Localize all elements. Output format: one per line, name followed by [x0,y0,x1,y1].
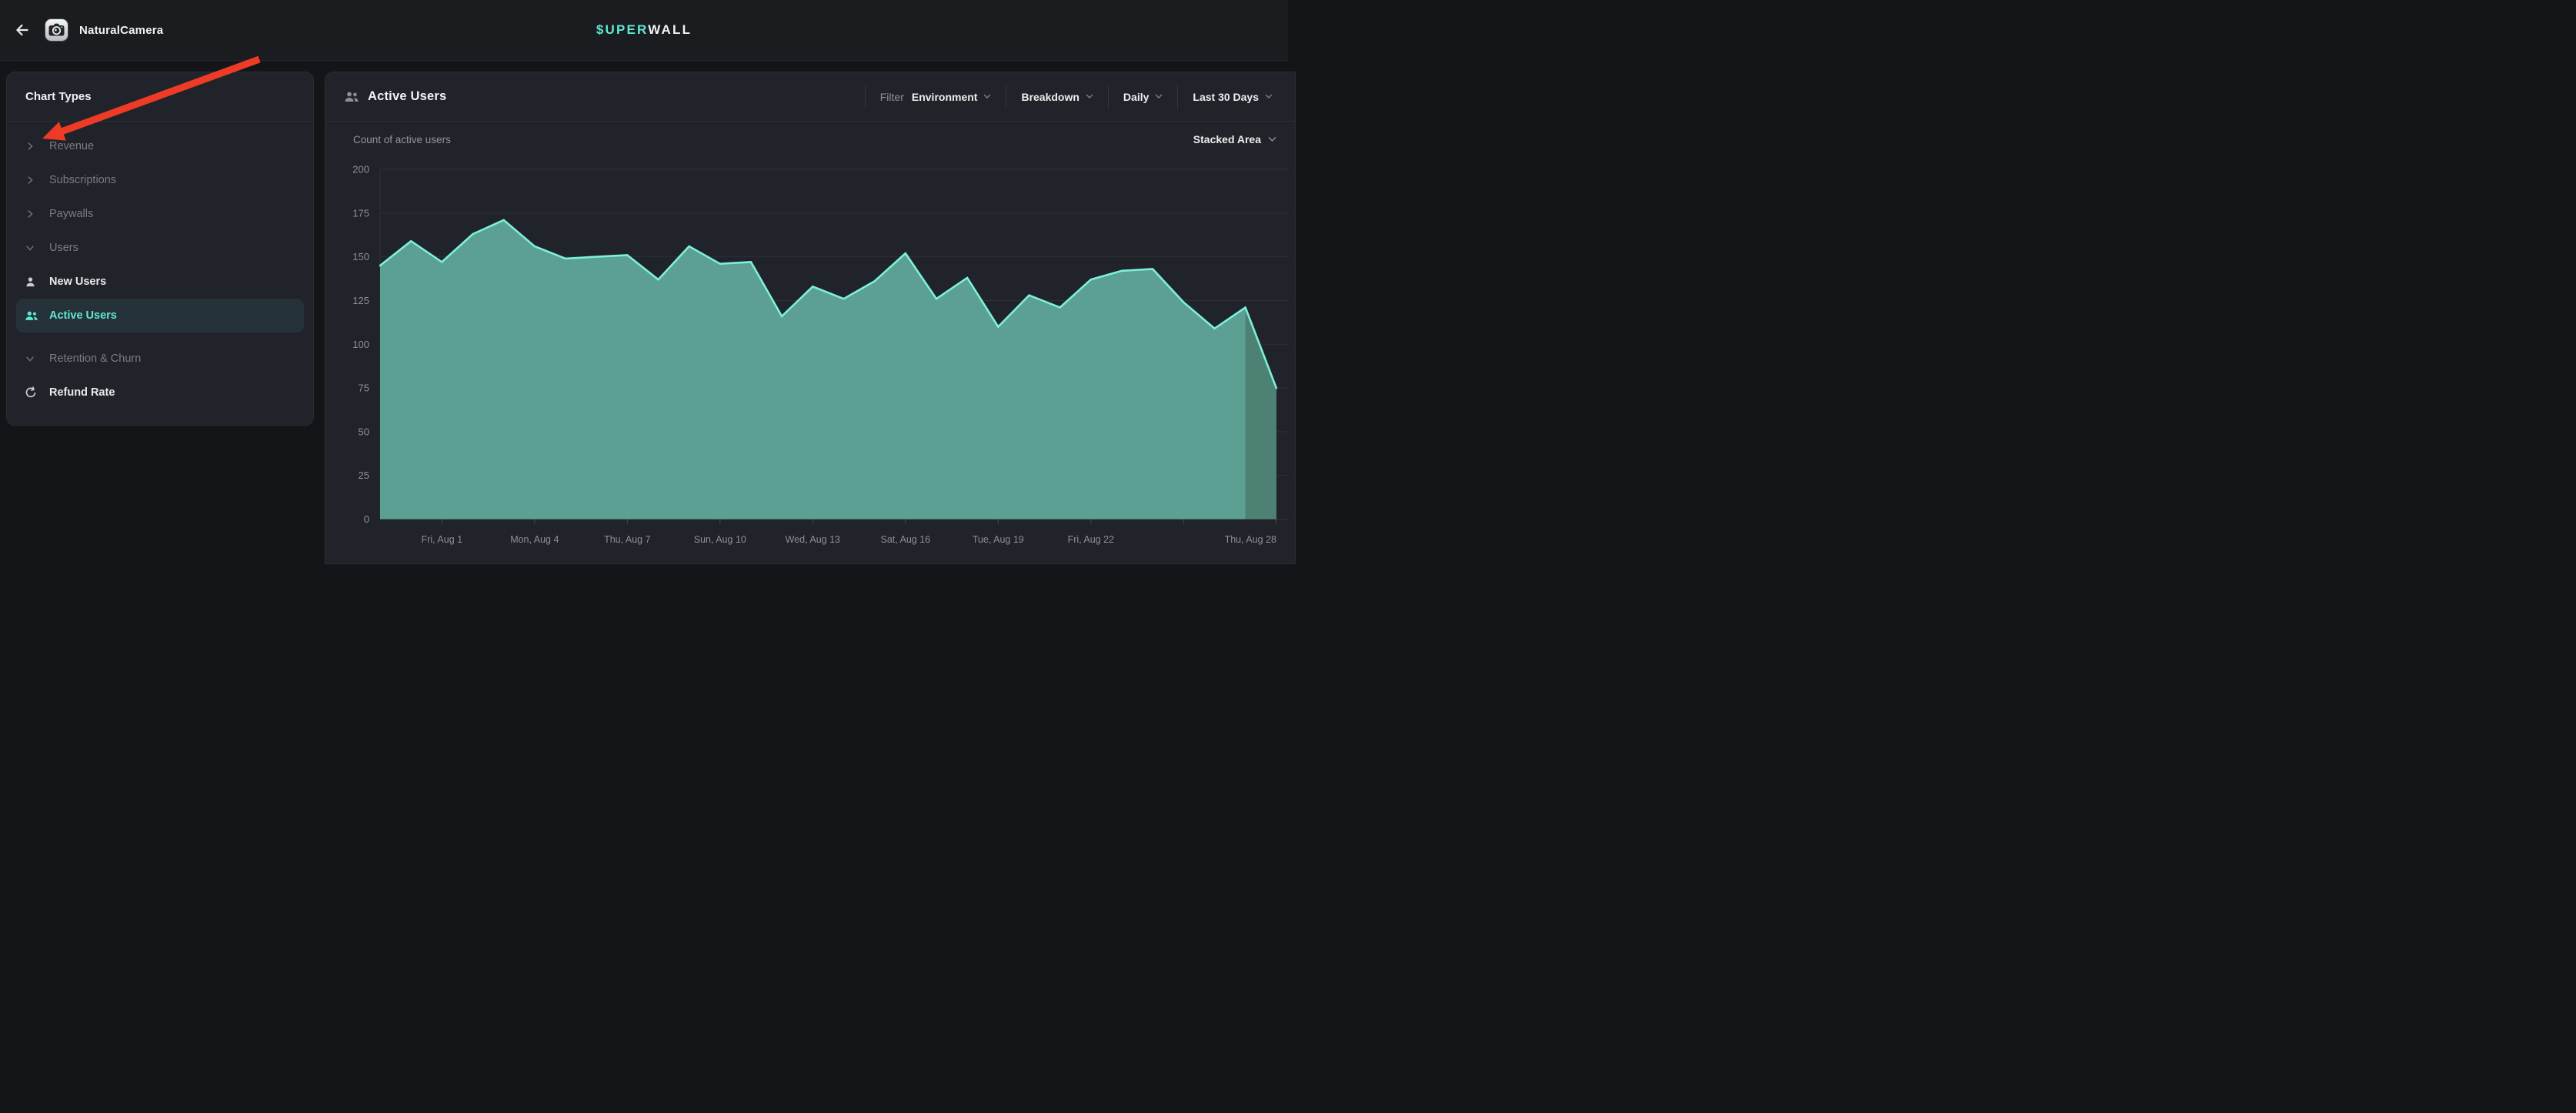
sidebar-item-label: Paywalls [49,208,93,220]
sidebar-item-label: Refund Rate [49,386,115,399]
sidebar-item-label: Users [49,242,78,254]
filter-date-range[interactable]: Last 30 Days [1177,85,1287,109]
chevron-down-icon [1268,136,1276,142]
filter-label: Breakdown [1021,91,1079,103]
active-users-chart[interactable]: 0 25 50 75 100 125 150 175 200 Fri, Aug 1 Mon, Aug… [325,159,1289,551]
sidebar-item-label: Active Users [49,309,117,322]
x-axis-label: Tue, Aug 19 [973,534,1024,545]
chevron-down-icon [983,94,991,99]
filter-label: Environment [912,91,978,103]
x-axis-label: Fri, Aug 22 [1068,534,1114,545]
chevron-down-icon [25,353,40,364]
chevron-right-icon [25,141,40,152]
app-name: NaturalCamera [79,24,163,37]
y-axis-label: 25 [359,470,369,481]
sidebar-item-retention-churn[interactable]: Retention & Churn [16,342,304,376]
camera-icon [45,18,68,42]
main-panel: Active Users Filter Environment Breakdown D… [325,72,1296,564]
y-axis-label: 125 [352,295,369,306]
sidebar-item-users[interactable]: Users [16,231,304,265]
sidebar-title: Chart Types [7,72,313,121]
sidebar-item-revenue[interactable]: Revenue [16,129,304,163]
x-axis-label: Mon, Aug 4 [510,534,559,545]
top-header-bar: NaturalCamera $UPERWALL [0,0,1288,61]
x-axis-label: Wed, Aug 13 [786,534,840,545]
refresh-icon [25,386,40,399]
main-panel-header: Active Users Filter Environment Breakdown D… [325,72,1295,121]
filter-label: Daily [1123,91,1149,103]
x-axis-label: Thu, Aug 7 [604,534,651,545]
y-axis-label: 150 [352,251,369,262]
chevron-down-icon [1155,94,1163,99]
chevron-right-icon [25,175,40,186]
back-button[interactable] [9,17,35,43]
y-axis-label: 175 [352,207,369,219]
people-icon [344,91,359,103]
filter-environment[interactable]: Filter Environment [865,85,1006,109]
logo-accent-text: $UPER [596,22,648,37]
superwall-logo: $UPERWALL [596,22,692,38]
chevron-down-icon [1086,94,1093,99]
sidebar-item-subscriptions[interactable]: Subscriptions [16,163,304,197]
sidebar-item-paywalls[interactable]: Paywalls [16,197,304,231]
naturalcamera-app-icon [45,18,68,42]
sidebar-item-label: Revenue [49,140,94,152]
y-axis-label: 0 [364,513,369,525]
chart-area-partial-fill [1246,308,1276,520]
sidebar-item-active-users[interactable]: Active Users [16,299,304,333]
arrow-left-icon [14,22,31,38]
person-icon [25,276,40,288]
chart-subheader: Count of active users Stacked Area [325,122,1295,145]
chevron-down-icon [1265,94,1273,99]
people-icon [25,310,40,322]
chart-types-nav: Revenue Subscriptions Paywalls Users New Use… [7,122,313,409]
x-axis-label: Fri, Aug 1 [422,534,463,545]
chevron-right-icon [25,209,40,219]
sidebar-item-new-users[interactable]: New Users [16,265,304,299]
panel-title: Active Users [368,89,446,104]
sidebar-item-label: New Users [49,276,106,288]
logo-rest-text: WALL [648,22,692,37]
chart-style-value: Stacked Area [1193,133,1261,145]
filter-breakdown[interactable]: Breakdown [1006,85,1107,109]
filter-toolbar: Filter Environment Breakdown Daily Last 30 D… [865,84,1287,110]
y-axis-label: 50 [359,426,369,437]
x-axis-label: Sat, Aug 16 [880,534,930,545]
y-axis-label: 100 [352,339,369,350]
chart-subtitle: Count of active users [353,134,451,145]
chart-area-fill [380,220,1276,520]
sidebar-item-label: Subscriptions [49,174,116,186]
sidebar-item-label: Retention & Churn [49,353,141,365]
chart-style-selector[interactable]: Stacked Area [1193,133,1276,145]
x-axis-label: Sun, Aug 10 [694,534,746,545]
y-axis-label: 200 [352,164,369,175]
filter-prefix-label: Filter [880,91,904,103]
sidebar-item-refund-rate[interactable]: Refund Rate [16,376,304,409]
chart-types-panel: Chart Types Revenue Subscriptions Paywalls… [6,72,314,426]
filter-granularity[interactable]: Daily [1108,85,1177,109]
chevron-down-icon [25,242,40,253]
filter-label: Last 30 Days [1193,91,1259,103]
y-axis-label: 75 [359,383,369,394]
x-axis-label: Thu, Aug 28 [1225,534,1276,545]
